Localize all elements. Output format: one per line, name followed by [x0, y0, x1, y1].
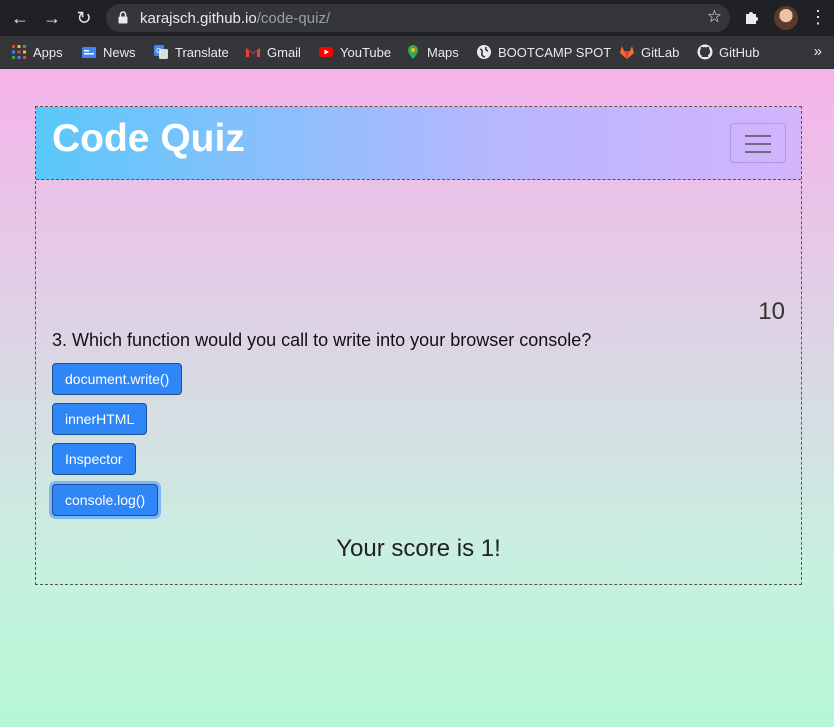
google-translate-icon: G	[154, 45, 168, 59]
youtube-icon	[319, 47, 333, 57]
bookmark-youtube[interactable]: YouTube	[318, 43, 391, 61]
bookmark-label: GitHub	[719, 44, 760, 60]
answer-button-innerhtml[interactable]: innerHTML	[52, 403, 148, 435]
globe-icon	[477, 45, 491, 59]
github-icon	[697, 44, 713, 60]
forward-arrow-icon[interactable]: →	[40, 6, 64, 30]
address-bar[interactable]: karajsch.github.io/code-quiz/ ☆	[106, 4, 730, 32]
url-text: karajsch.github.io/code-quiz/	[140, 10, 330, 27]
url-path: /code-quiz/	[256, 10, 331, 27]
timer-countdown: 10	[758, 298, 785, 325]
navbar: Code Quiz	[36, 107, 801, 180]
back-arrow-icon[interactable]: ←	[8, 6, 32, 30]
bookmark-label: BOOTCAMP SPOT	[498, 44, 612, 60]
bookmark-star-icon[interactable]: ☆	[707, 7, 722, 27]
bookmark-label: Gmail	[267, 44, 301, 60]
bookmarks-overflow-icon[interactable]: »	[814, 43, 822, 60]
apps-grid-icon	[12, 45, 26, 59]
gmail-icon	[246, 48, 260, 57]
bookmark-github[interactable]: GitHub	[697, 43, 759, 61]
lock-icon	[118, 11, 128, 24]
extensions-puzzle-icon[interactable]	[742, 8, 762, 28]
profile-avatar[interactable]	[774, 6, 798, 30]
answer-button-document-write[interactable]: document.write()	[52, 363, 183, 395]
score-message: Your score is 1!	[336, 535, 501, 562]
bookmark-label: News	[103, 44, 136, 60]
bookmark-news[interactable]: News	[81, 43, 136, 61]
bookmark-maps[interactable]: Maps	[405, 43, 459, 61]
google-news-icon	[82, 47, 96, 58]
bookmark-translate[interactable]: G Translate	[153, 43, 229, 61]
bookmark-label: Apps	[33, 44, 63, 60]
bookmark-bootcamp-spot[interactable]: BOOTCAMP SPOT	[476, 43, 611, 61]
svg-text:G: G	[156, 48, 161, 55]
bookmark-gmail[interactable]: Gmail	[245, 43, 301, 61]
quiz-container: Code Quiz 10 3. Which function would you…	[35, 106, 802, 585]
gitlab-icon	[620, 46, 634, 59]
reload-icon[interactable]: ↻	[72, 6, 96, 30]
browser-toolbar: ← → ↻ karajsch.github.io/code-quiz/ ☆ ⋮	[0, 0, 834, 36]
browser-menu-icon[interactable]: ⋮	[808, 6, 828, 30]
page-title[interactable]: Code Quiz	[52, 117, 245, 161]
bookmark-label: YouTube	[340, 44, 392, 60]
answer-button-inspector[interactable]: Inspector	[52, 443, 136, 475]
bookmark-label: Translate	[175, 44, 229, 60]
bookmark-label: GitLab	[641, 44, 680, 60]
bookmarks-bar: Apps News G Translate Gmail YouTube Maps	[0, 36, 834, 69]
url-host: karajsch.github.io	[140, 10, 257, 27]
bookmark-gitlab[interactable]: GitLab	[619, 43, 679, 61]
answer-button-console-log[interactable]: console.log()	[52, 484, 159, 516]
hamburger-menu-icon[interactable]	[730, 123, 786, 163]
bookmark-apps[interactable]: Apps	[11, 43, 63, 61]
maps-pin-icon	[408, 45, 418, 59]
bookmark-label: Maps	[427, 44, 459, 60]
question-text: 3. Which function would you call to writ…	[52, 330, 592, 350]
page-background: Code Quiz 10 3. Which function would you…	[0, 69, 834, 727]
